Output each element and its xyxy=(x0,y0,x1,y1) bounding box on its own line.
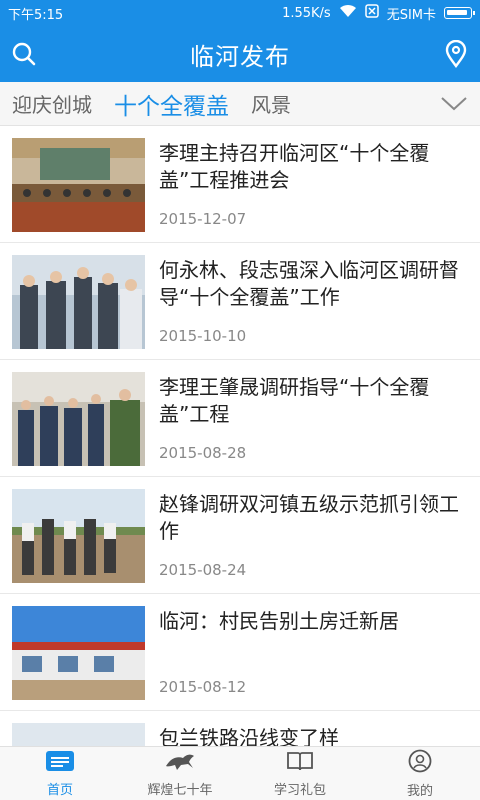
sim-status: 无SIM卡 xyxy=(386,7,436,23)
article-title: 赵锋调研双河镇五级示范抓引领工作 xyxy=(159,492,459,543)
horse-icon xyxy=(163,750,197,776)
wifi-icon xyxy=(339,4,357,22)
category-tabs: 迎庆创城 十个全覆盖 风景 xyxy=(0,82,480,126)
article-list: 李理主持召开临河区“十个全覆盖”工程推进会 2015-12-07 何永林、段志强… xyxy=(0,126,480,746)
list-item[interactable]: 李理王肇晟调研指导“十个全覆盖”工程 2015-08-28 xyxy=(0,360,480,477)
nav-label-huihuang: 辉煌七十年 xyxy=(147,782,213,798)
location-pin-icon[interactable] xyxy=(440,38,472,70)
article-date: 2015-10-10 xyxy=(159,327,247,345)
article-thumbnail xyxy=(12,255,145,349)
nav-huihuang[interactable]: 辉煌七十年 xyxy=(120,747,240,800)
home-icon xyxy=(45,750,75,776)
tab-shige-quanfugai[interactable]: 十个全覆盖 xyxy=(114,87,229,121)
tab-fengjing[interactable]: 风景 xyxy=(251,89,291,118)
article-title: 李理主持召开临河区“十个全覆盖”工程推进会 xyxy=(159,141,430,192)
article-date: 2015-08-12 xyxy=(159,678,247,696)
article-thumbnail xyxy=(12,606,145,700)
battery-icon xyxy=(444,7,475,19)
list-item[interactable]: 赵锋调研双河镇五级示范抓引领工作 2015-08-24 xyxy=(0,477,480,594)
nav-xuexi[interactable]: 学习礼包 xyxy=(240,747,360,800)
article-title: 临河：村民告别土房迁新居 xyxy=(159,609,399,633)
user-icon xyxy=(408,749,432,777)
article-title: 李理王肇晟调研指导“十个全覆盖”工程 xyxy=(159,375,430,426)
nav-label-home: 首页 xyxy=(46,782,73,798)
status-time: 下午5:15 xyxy=(8,7,64,23)
list-item[interactable]: 临河：村民告别土房迁新居 2015-08-12 xyxy=(0,594,480,711)
nav-mine[interactable]: 我的 xyxy=(360,747,480,800)
article-title: 何永林、段志强深入临河区调研督导“十个全覆盖”工作 xyxy=(159,258,459,309)
search-icon[interactable] xyxy=(8,38,40,70)
network-speed: 1.55K/s xyxy=(282,5,331,21)
nav-label-xuexi: 学习礼包 xyxy=(273,782,326,798)
article-thumbnail xyxy=(12,372,145,466)
article-title: 包兰铁路沿线变了样 xyxy=(159,726,339,746)
page-title: 临河发布 xyxy=(190,42,290,71)
article-thumbnail xyxy=(12,489,145,583)
list-item[interactable]: 包兰铁路沿线变了样 xyxy=(0,711,480,746)
bottom-nav: 首页 辉煌七十年 学习礼包 我的 xyxy=(0,746,480,800)
nav-home[interactable]: 首页 xyxy=(0,747,120,800)
list-item[interactable]: 何永林、段志强深入临河区调研督导“十个全覆盖”工作 2015-10-10 xyxy=(0,243,480,360)
status-bar: 下午5:15 1.55K/s 无SIM卡 xyxy=(0,0,480,26)
tab-yingqing[interactable]: 迎庆创城 xyxy=(12,89,92,118)
article-date: 2015-12-07 xyxy=(159,210,247,228)
article-date: 2015-08-24 xyxy=(159,561,247,579)
article-thumbnail xyxy=(12,723,145,746)
article-date: 2015-08-28 xyxy=(159,444,247,462)
nav-label-mine: 我的 xyxy=(406,783,433,799)
article-thumbnail xyxy=(12,138,145,232)
list-item[interactable]: 李理主持召开临河区“十个全覆盖”工程推进会 2015-12-07 xyxy=(0,126,480,243)
sim-icon xyxy=(364,4,379,22)
app-bar: 临河发布 xyxy=(0,26,480,82)
chevron-down-icon[interactable] xyxy=(440,94,468,116)
book-icon xyxy=(286,750,314,776)
